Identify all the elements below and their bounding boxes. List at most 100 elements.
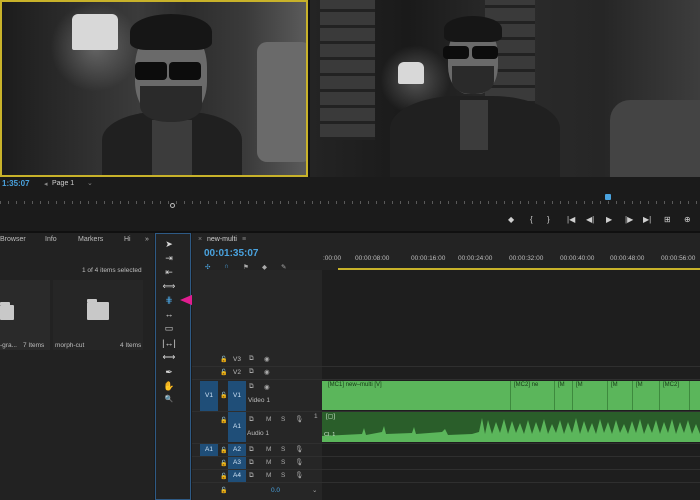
go-to-in-button[interactable]: |◀	[567, 215, 575, 224]
track-target-a3[interactable]: A3	[228, 457, 246, 469]
go-to-out-button[interactable]: ▶|	[643, 215, 651, 224]
step-forward-button[interactable]: |▶	[625, 215, 633, 224]
lock-icon[interactable]: 🔓	[220, 487, 227, 494]
tab-media-browser[interactable]: Browser	[0, 236, 26, 243]
mark-in-button[interactable]: {	[530, 215, 533, 224]
solo-button[interactable]: S	[281, 416, 285, 423]
hand-tool-icon[interactable]: ✋	[162, 380, 176, 392]
monitor-time-ruler[interactable]	[0, 190, 700, 210]
rolling-edit-tool-icon[interactable]: ⟺	[162, 280, 176, 292]
ripple-edit-tool-icon[interactable]: ⇤	[162, 266, 176, 278]
rate-stretch-tool-icon[interactable]: ⋕	[162, 294, 176, 306]
clip-label: [MC2]	[663, 382, 680, 388]
track-select-forward-tool-icon[interactable]: ⇥	[162, 252, 176, 264]
tab-info[interactable]: Info	[45, 236, 57, 243]
selection-tool-icon[interactable]: ➤	[162, 238, 176, 250]
sync-lock-icon[interactable]: ⧉	[249, 355, 254, 363]
track-target-a4[interactable]: A4	[228, 470, 246, 482]
microphone-icon[interactable]: 🎙	[295, 471, 303, 479]
mute-button[interactable]: M	[266, 416, 271, 423]
zoom-tool-icon[interactable]: 🔍	[162, 394, 176, 406]
sequence-timecode[interactable]: 00:01:35:07	[204, 248, 258, 259]
mute-button[interactable]: M	[266, 472, 271, 479]
eye-icon[interactable]: ◉	[264, 368, 270, 376]
step-back-button[interactable]: ◀|	[586, 215, 594, 224]
sync-lock-icon[interactable]: ⧉	[249, 416, 254, 424]
lock-icon[interactable]: 🔓	[220, 369, 227, 376]
sequence-tab[interactable]: new-multi	[207, 236, 237, 243]
track-id-v3[interactable]: V3	[233, 356, 241, 363]
bin-tile-2[interactable]	[53, 280, 143, 350]
add-marker-button[interactable]: ◆	[508, 215, 514, 224]
channel-number: 1	[314, 413, 318, 420]
track-divider	[192, 379, 700, 380]
monitor-playhead[interactable]	[605, 194, 611, 200]
snap-icon[interactable]: ∩	[224, 263, 229, 270]
clip-cut	[510, 381, 511, 410]
sync-lock-icon[interactable]: ⧉	[249, 459, 254, 467]
solo-button[interactable]: S	[281, 446, 285, 453]
source-patch-v1[interactable]: V1	[200, 381, 218, 411]
mark-out-button[interactable]: }	[547, 215, 550, 224]
transport-controls: ◆ { } |◀ ◀| ▶ |▶ ▶| ⊞ ⊕	[0, 210, 700, 232]
source-patch-a1[interactable]: A1	[200, 444, 218, 456]
track-target-a2[interactable]: A2	[228, 444, 246, 456]
track-target-a1[interactable]: A1	[228, 412, 246, 442]
sync-lock-icon[interactable]: ⧉	[249, 368, 254, 376]
lock-icon[interactable]: 🔓	[220, 473, 227, 480]
bin-items-1: 7 Items	[23, 342, 45, 349]
panel-menu-icon[interactable]: ≡	[242, 236, 246, 243]
insert-button[interactable]: ⊞	[664, 215, 671, 224]
lock-icon[interactable]: 🔓	[220, 417, 227, 424]
page-select[interactable]: Page 1	[52, 180, 74, 187]
slide-tool-icon[interactable]: |↔|	[162, 337, 176, 349]
scroll-handle-icon[interactable]	[170, 203, 175, 208]
microphone-icon[interactable]: 🎙	[295, 445, 303, 453]
slip-tool-icon[interactable]: ↔	[162, 308, 176, 320]
play-button[interactable]: ▶	[606, 215, 612, 224]
page-prev-icon[interactable]: ◂	[44, 180, 48, 188]
sync-lock-icon[interactable]: ⧉	[249, 472, 254, 480]
mute-button[interactable]: M	[266, 459, 271, 466]
audio-clip[interactable]: [▢] Cl. 1	[322, 412, 700, 442]
panel-overflow-icon[interactable]: »	[145, 236, 149, 243]
clip-label: [M	[558, 382, 565, 388]
multicam-angle-2[interactable]	[310, 0, 700, 177]
solo-button[interactable]: S	[281, 459, 285, 466]
master-volume-level[interactable]: 0.0	[271, 487, 280, 494]
pen-tool-icon[interactable]: ✒	[162, 366, 176, 378]
multicam-angle-1[interactable]	[0, 0, 308, 177]
tab-history[interactable]: Hi	[124, 236, 131, 243]
ruler-label: 00:00:16:00	[411, 255, 446, 262]
microphone-icon[interactable]: 🎙	[295, 458, 303, 466]
bin-tile-1[interactable]	[0, 280, 50, 350]
clip-cut	[607, 381, 608, 410]
bin-name-2: morph-cut	[55, 342, 85, 349]
tab-markers[interactable]: Markers	[78, 236, 103, 243]
lock-icon[interactable]: 🔓	[220, 356, 227, 363]
playhead-timecode[interactable]: 1:35:07	[2, 179, 30, 188]
sunglasses-left	[443, 46, 469, 59]
master-options-icon[interactable]: ⌄	[312, 486, 317, 494]
sync-lock-icon[interactable]: ⧉	[249, 446, 254, 454]
page-chevron-down-icon[interactable]: ⌄	[87, 179, 93, 187]
clip-label: [MC2] ne	[514, 382, 539, 388]
mute-button[interactable]: M	[266, 446, 271, 453]
track-target-v1[interactable]: V1	[228, 381, 246, 411]
audio-clip-label: Cl. 1	[324, 432, 336, 438]
lock-icon[interactable]: 🔓	[220, 392, 227, 399]
eye-icon[interactable]: ◉	[264, 355, 270, 363]
lock-icon[interactable]: 🔓	[220, 447, 227, 454]
clip-fx-icon: [▢]	[326, 414, 336, 420]
track-id-v2[interactable]: V2	[233, 369, 241, 376]
razor-tool-icon[interactable]: ▭	[162, 322, 176, 334]
microphone-icon[interactable]: 🎙	[295, 415, 303, 423]
sync-lock-icon[interactable]: ⧉	[249, 383, 254, 391]
video-clip[interactable]: [MC1] new–multi [V] [MC2] ne [M [M [M [M…	[322, 381, 700, 410]
export-frame-button[interactable]: ⊕	[684, 215, 691, 224]
solo-button[interactable]: S	[281, 472, 285, 479]
lock-icon[interactable]: 🔓	[220, 460, 227, 467]
slip-2-tool-icon[interactable]: ⟷	[162, 351, 176, 363]
eye-icon[interactable]: ◉	[264, 383, 270, 391]
close-tab-icon[interactable]: ×	[198, 236, 202, 243]
